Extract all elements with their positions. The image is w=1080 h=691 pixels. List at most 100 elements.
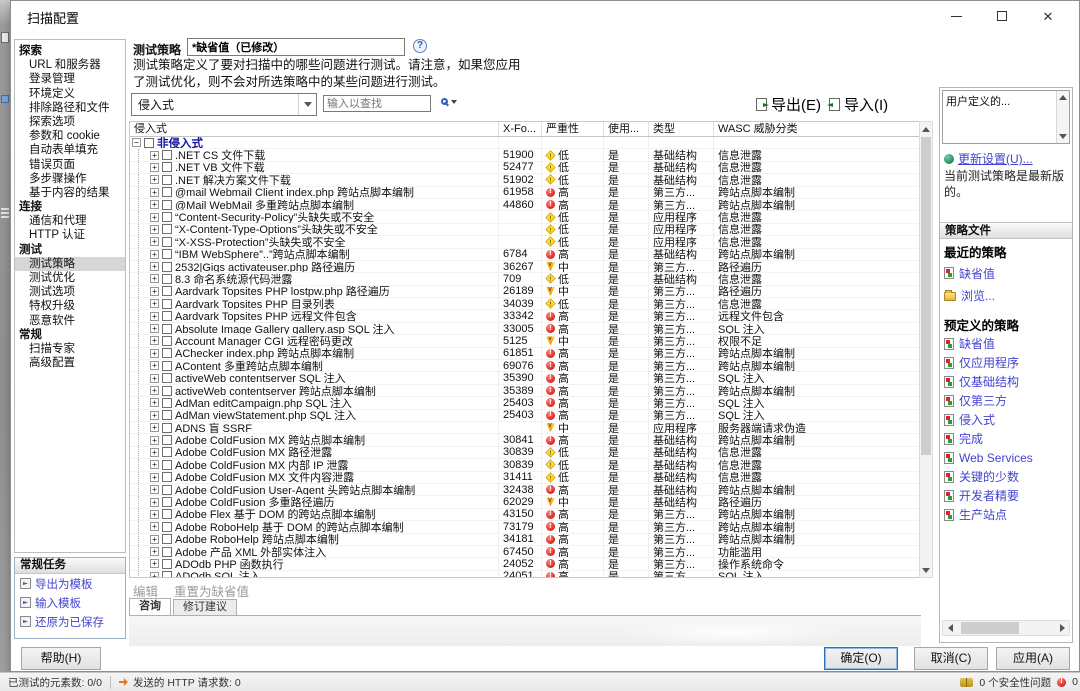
expand-icon[interactable]: + — [150, 572, 159, 578]
table-row[interactable]: +AChecker index.php 跨站点脚本编制61851高是第三方...… — [130, 348, 921, 360]
table-row[interactable]: +AContent 多重跨站点脚本编制69076高是第三方...跨站点脚本编制 — [130, 360, 921, 372]
expand-icon[interactable]: + — [150, 498, 159, 507]
expand-icon[interactable]: + — [150, 535, 159, 544]
row-checkbox[interactable] — [162, 175, 172, 185]
expand-icon[interactable]: + — [150, 299, 159, 308]
row-checkbox[interactable] — [162, 547, 172, 557]
panel-horizontal-scrollbar[interactable] — [942, 620, 1070, 636]
row-checkbox[interactable] — [144, 138, 154, 148]
table-row[interactable]: +“Content-Security-Policy”头缺失或不安全低是应用程序信… — [130, 211, 921, 223]
row-checkbox[interactable] — [162, 237, 172, 247]
table-row[interactable]: +Adobe ColdFusion 多重路径遍历62029中是基础结构路径遍历 — [130, 496, 921, 508]
row-checkbox[interactable] — [162, 299, 172, 309]
predefined-policy-item[interactable]: 仅应用程序 — [944, 353, 1033, 372]
column-header-used[interactable]: 使用... — [604, 122, 649, 136]
scrollbar-thumb[interactable] — [921, 137, 931, 455]
search-button[interactable] — [441, 98, 457, 105]
table-row[interactable]: +activeWeb contentserver 跨站点脚本编制35389高是第… — [130, 385, 921, 397]
expand-icon[interactable]: + — [150, 336, 159, 345]
row-checkbox[interactable] — [162, 373, 172, 383]
sidebar-item[interactable]: 参数和 cookie — [15, 129, 125, 143]
policy-view-dropdown[interactable]: 侵入式 — [131, 93, 317, 116]
table-row[interactable]: +Adobe RoboHelp 跨站点脚本编制34181高是第三方...跨站点脚… — [130, 534, 921, 546]
sidebar-item[interactable]: 扫描专家 — [15, 342, 125, 356]
column-header-name[interactable]: 侵入式 — [130, 122, 499, 136]
table-row[interactable]: +“IBM WebSphere”..”跨站点脚本编制6784高是基础结构跨站点脚… — [130, 249, 921, 261]
table-row[interactable]: +Adobe RoboHelp 基于 DOM 的跨站点脚本编制73179高是第三… — [130, 521, 921, 533]
titlebar[interactable]: 扫描配置 ✕ — [11, 1, 1079, 31]
close-button[interactable]: ✕ — [1025, 1, 1071, 31]
predefined-policy-item[interactable]: 开发者精要 — [944, 486, 1033, 505]
expand-icon[interactable]: + — [150, 522, 159, 531]
table-row[interactable]: +Adobe 产品 XML 外部实体注入67450高是第三方...功能滥用 — [130, 546, 921, 558]
expand-icon[interactable]: + — [150, 324, 159, 333]
test-policy-input[interactable] — [187, 38, 405, 56]
row-checkbox[interactable] — [162, 274, 172, 284]
row-checkbox[interactable] — [162, 435, 172, 445]
table-row[interactable]: +Adobe ColdFusion MX 内部 IP 泄露30839低是基础结构… — [130, 459, 921, 471]
sidebar-item[interactable]: 基于内容的结果 — [15, 186, 125, 200]
row-checkbox[interactable] — [162, 336, 172, 346]
predefined-policy-item[interactable]: Web Services — [944, 448, 1033, 467]
expand-icon[interactable]: + — [150, 361, 159, 370]
table-vertical-scrollbar[interactable] — [919, 121, 933, 578]
table-row[interactable]: +8.3 命名系统源代码泄露709低是基础结构信息泄露 — [130, 273, 921, 285]
expand-icon[interactable]: + — [150, 559, 159, 568]
expand-icon[interactable]: + — [150, 163, 159, 172]
row-checkbox[interactable] — [162, 249, 172, 259]
scroll-left-icon[interactable] — [943, 621, 957, 635]
expand-icon[interactable]: + — [150, 349, 159, 358]
table-row[interactable]: +ADOdb SQL 注入24051高是第三方...SQL 注入 — [130, 571, 921, 578]
column-header-xforce[interactable]: X-Fo... — [499, 122, 542, 136]
expand-icon[interactable]: + — [150, 386, 159, 395]
expand-icon[interactable]: + — [150, 460, 159, 469]
expand-icon[interactable]: + — [150, 448, 159, 457]
sidebar-item[interactable]: 测试选项 — [15, 285, 125, 299]
row-checkbox[interactable] — [162, 522, 172, 532]
predefined-policy-item[interactable]: 缺省值 — [944, 334, 1033, 353]
expand-icon[interactable]: + — [150, 411, 159, 420]
table-row[interactable]: +Adobe Flex 基于 DOM 的跨站点脚本编制43150高是第三方...… — [130, 509, 921, 521]
sidebar-item[interactable]: 通信和代理 — [15, 214, 125, 228]
row-checkbox[interactable] — [162, 324, 172, 334]
row-checkbox[interactable] — [162, 286, 172, 296]
table-row[interactable]: +Aardvark Topsites PHP 目录列表34039低是第三方...… — [130, 298, 921, 310]
row-checkbox[interactable] — [162, 162, 172, 172]
table-row[interactable]: +Absolute Image Gallery gallery.asp SQL … — [130, 323, 921, 335]
recent-policy-item[interactable]: 浏览... — [944, 284, 995, 306]
predefined-policy-item[interactable]: 侵入式 — [944, 410, 1033, 429]
table-row[interactable]: +Aardvark Topsites PHP lostpw.php 路径遍历26… — [130, 286, 921, 298]
minimize-button[interactable] — [933, 1, 979, 31]
expand-icon[interactable]: + — [150, 547, 159, 556]
expand-icon[interactable]: + — [150, 213, 159, 222]
expand-icon[interactable]: + — [150, 510, 159, 519]
row-checkbox[interactable] — [162, 460, 172, 470]
sidebar-item[interactable]: URL 和服务器 — [15, 58, 125, 72]
row-checkbox[interactable] — [162, 447, 172, 457]
scroll-up-icon[interactable] — [920, 122, 932, 136]
predefined-policy-item[interactable]: 仅第三方 — [944, 391, 1033, 410]
expand-icon[interactable]: + — [150, 237, 159, 246]
table-row[interactable]: +.NET 解决方案文件下载51902低是基础结构信息泄露 — [130, 174, 921, 186]
sidebar-item[interactable]: 测试优化 — [15, 271, 125, 285]
table-row[interactable]: −非侵入式 — [130, 137, 921, 149]
scrollbar-thumb[interactable] — [961, 622, 1019, 634]
table-row[interactable]: +Adobe ColdFusion MX 路径泄露30839低是基础结构信息泄露 — [130, 447, 921, 459]
row-checkbox[interactable] — [162, 534, 172, 544]
sidebar-item[interactable]: 恶意软件 — [15, 314, 125, 328]
table-row[interactable]: +2532|Gigs activateuser.php 路径遍历36267中是第… — [130, 261, 921, 273]
collapse-icon[interactable]: − — [132, 138, 141, 147]
table-row[interactable]: +ADNS 盲 SSRF中是应用程序服务器端请求伪造 — [130, 422, 921, 434]
search-input[interactable] — [323, 95, 431, 112]
row-checkbox[interactable] — [162, 571, 172, 578]
row-checkbox[interactable] — [162, 187, 172, 197]
row-checkbox[interactable] — [162, 348, 172, 358]
task-link[interactable]: 输入模板 — [15, 593, 125, 612]
sidebar-item[interactable]: 错误页面 — [15, 158, 125, 172]
table-row[interactable]: +Adobe ColdFusion User-Agent 头跨站点脚本编制324… — [130, 484, 921, 496]
row-checkbox[interactable] — [162, 398, 172, 408]
row-checkbox[interactable] — [162, 423, 172, 433]
column-header-type[interactable]: 类型 — [649, 122, 714, 136]
task-link[interactable]: 还原为已保存 — [15, 612, 125, 631]
tab-advisory[interactable]: 咨询 — [129, 598, 171, 615]
